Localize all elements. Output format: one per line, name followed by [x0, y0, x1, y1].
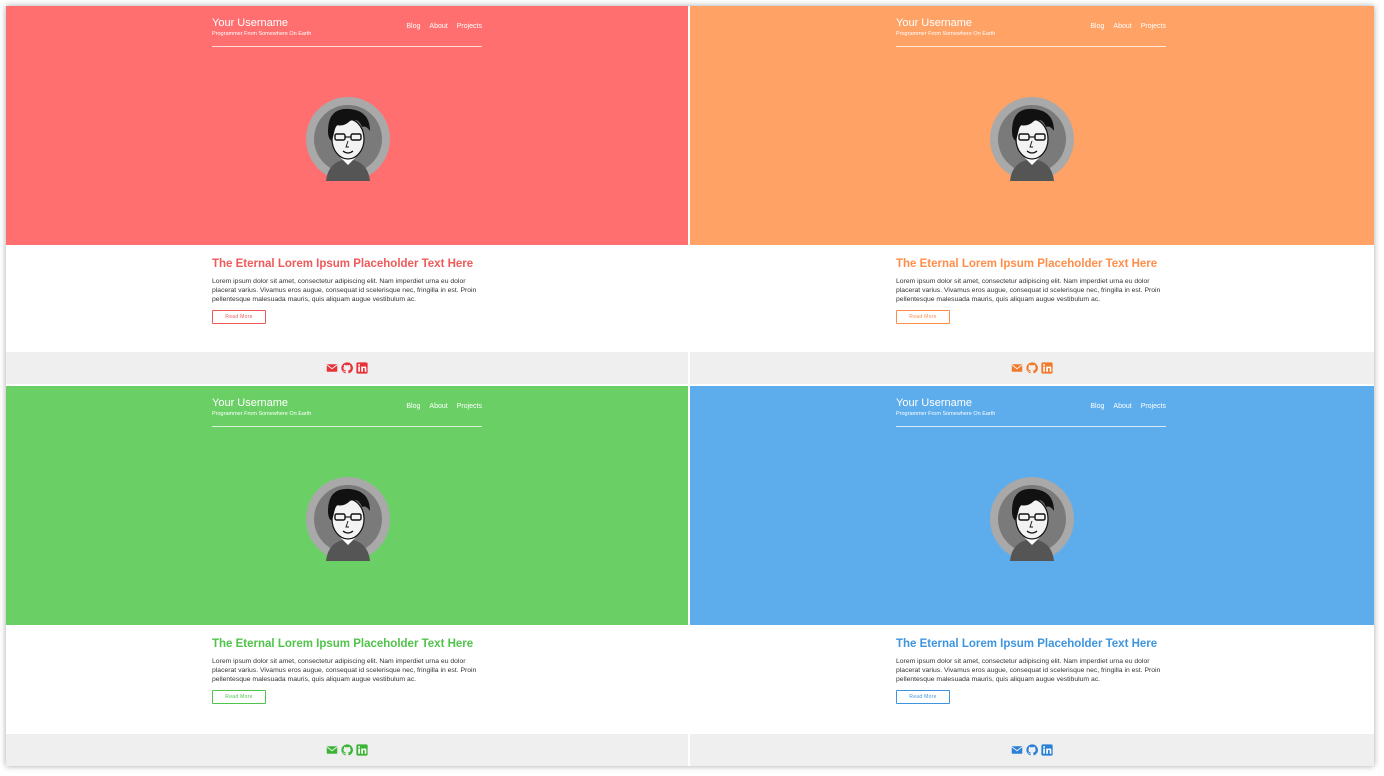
- post-title[interactable]: The Eternal Lorem Ipsum Placeholder Text…: [896, 257, 1176, 272]
- social-footer: [690, 352, 1374, 384]
- main-nav: Blog About Projects: [406, 402, 482, 411]
- nav-link-about[interactable]: About: [429, 22, 447, 31]
- nav-link-projects[interactable]: Projects: [1141, 22, 1166, 31]
- envelope-icon[interactable]: [326, 362, 338, 374]
- theme-panel-1: Your Username Programmer From Somewhere …: [6, 6, 690, 386]
- post-preview: The Eternal Lorem Ipsum Placeholder Text…: [896, 257, 1176, 325]
- avatar-icon: [990, 97, 1074, 181]
- site-username[interactable]: Your Username: [212, 397, 288, 410]
- nav-link-blog[interactable]: Blog: [406, 402, 420, 411]
- post-title[interactable]: The Eternal Lorem Ipsum Placeholder Text…: [212, 637, 492, 652]
- site-tagline: Programmer From Somewhere On Earth: [896, 411, 996, 417]
- nav-link-about[interactable]: About: [1113, 22, 1131, 31]
- linkedin-icon[interactable]: [356, 744, 368, 756]
- site-username[interactable]: Your Username: [212, 17, 288, 30]
- site-username[interactable]: Your Username: [896, 397, 972, 410]
- avatar-icon: [990, 477, 1074, 561]
- github-icon[interactable]: [341, 362, 353, 374]
- envelope-icon[interactable]: [1011, 362, 1023, 374]
- top-bar: Your Username Programmer From Somewhere …: [212, 396, 482, 427]
- github-icon[interactable]: [341, 744, 353, 756]
- hero-banner: Your Username Programmer From Somewhere …: [6, 386, 688, 625]
- read-more-button[interactable]: Read More: [896, 690, 950, 705]
- site-tagline: Programmer From Somewhere On Earth: [212, 411, 312, 417]
- social-footer: [6, 352, 688, 384]
- theme-panel-4: Your Username Programmer From Somewhere …: [690, 386, 1374, 766]
- linkedin-icon[interactable]: [1041, 362, 1053, 374]
- social-footer: [690, 734, 1374, 766]
- main-nav: Blog About Projects: [1090, 22, 1166, 31]
- github-icon[interactable]: [1026, 744, 1038, 756]
- nav-link-blog[interactable]: Blog: [406, 22, 420, 31]
- post-excerpt: Lorem ipsum dolor sit amet, consectetur …: [896, 658, 1161, 683]
- theme-panel-2: Your Username Programmer From Somewhere …: [690, 6, 1374, 386]
- top-bar: Your Username Programmer From Somewhere …: [896, 16, 1166, 47]
- read-more-button[interactable]: Read More: [212, 690, 266, 705]
- avatar-icon: [306, 97, 390, 181]
- nav-link-projects[interactable]: Projects: [457, 22, 482, 31]
- envelope-icon[interactable]: [1011, 744, 1023, 756]
- github-icon[interactable]: [1026, 362, 1038, 374]
- post-excerpt: Lorem ipsum dolor sit amet, consectetur …: [212, 658, 477, 683]
- nav-link-blog[interactable]: Blog: [1090, 22, 1104, 31]
- theme-panel-3: Your Username Programmer From Somewhere …: [6, 386, 690, 766]
- site-tagline: Programmer From Somewhere On Earth: [896, 31, 996, 37]
- nav-link-about[interactable]: About: [1113, 402, 1131, 411]
- avatar-icon: [306, 477, 390, 561]
- post-preview: The Eternal Lorem Ipsum Placeholder Text…: [212, 637, 492, 705]
- hero-banner: Your Username Programmer From Somewhere …: [690, 386, 1374, 625]
- linkedin-icon[interactable]: [356, 362, 368, 374]
- post-title[interactable]: The Eternal Lorem Ipsum Placeholder Text…: [896, 637, 1176, 652]
- social-footer: [6, 734, 688, 766]
- read-more-button[interactable]: Read More: [212, 310, 266, 325]
- nav-link-blog[interactable]: Blog: [1090, 402, 1104, 411]
- read-more-button[interactable]: Read More: [896, 310, 950, 325]
- post-preview: The Eternal Lorem Ipsum Placeholder Text…: [896, 637, 1176, 705]
- site-username[interactable]: Your Username: [896, 17, 972, 30]
- post-title[interactable]: The Eternal Lorem Ipsum Placeholder Text…: [212, 257, 492, 272]
- main-nav: Blog About Projects: [406, 22, 482, 31]
- main-nav: Blog About Projects: [1090, 402, 1166, 411]
- post-preview: The Eternal Lorem Ipsum Placeholder Text…: [212, 257, 492, 325]
- post-excerpt: Lorem ipsum dolor sit amet, consectetur …: [896, 278, 1161, 303]
- theme-preview-frame: Your Username Programmer From Somewhere …: [6, 6, 1374, 766]
- nav-link-projects[interactable]: Projects: [1141, 402, 1166, 411]
- hero-banner: Your Username Programmer From Somewhere …: [6, 6, 688, 245]
- hero-banner: Your Username Programmer From Somewhere …: [690, 6, 1374, 245]
- top-bar: Your Username Programmer From Somewhere …: [896, 396, 1166, 427]
- top-bar: Your Username Programmer From Somewhere …: [212, 16, 482, 47]
- nav-link-projects[interactable]: Projects: [457, 402, 482, 411]
- theme-preview-grid: Your Username Programmer From Somewhere …: [6, 6, 1374, 766]
- linkedin-icon[interactable]: [1041, 744, 1053, 756]
- post-excerpt: Lorem ipsum dolor sit amet, consectetur …: [212, 278, 477, 303]
- nav-link-about[interactable]: About: [429, 402, 447, 411]
- envelope-icon[interactable]: [326, 744, 338, 756]
- site-tagline: Programmer From Somewhere On Earth: [212, 31, 312, 37]
